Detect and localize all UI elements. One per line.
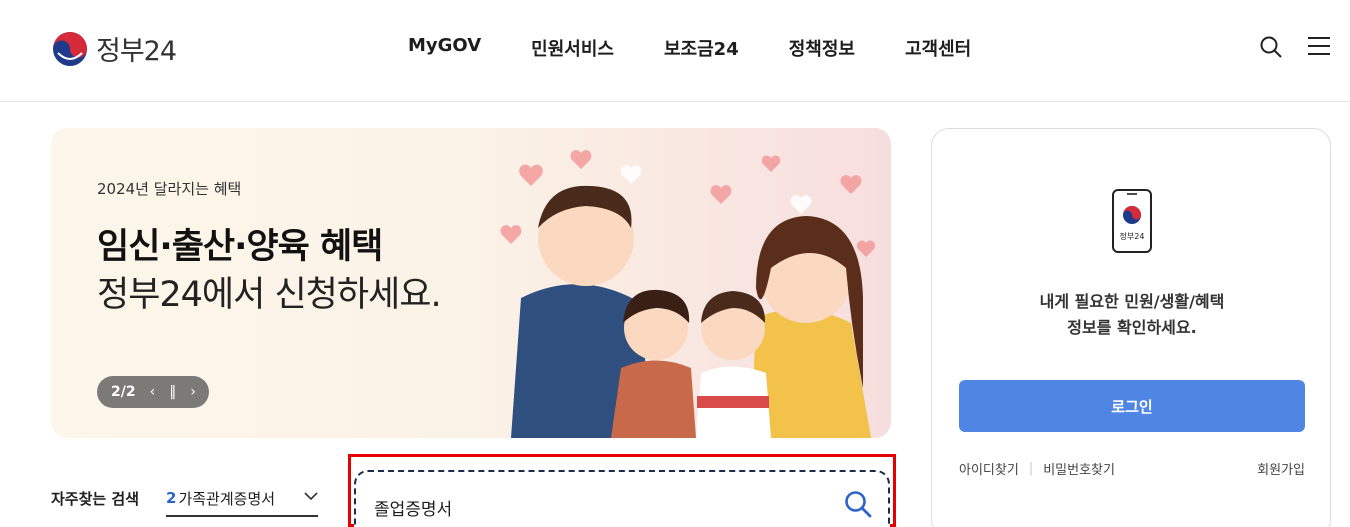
search-highlight-frame bbox=[348, 454, 896, 527]
frequent-search-keyword: 가족관계증명서 bbox=[178, 489, 276, 508]
pause-icon[interactable]: ‖ bbox=[169, 384, 176, 400]
main-nav: MyGOV 민원서비스 보조금24 정책정보 고객센터 bbox=[408, 35, 1021, 61]
hamburger-menu-icon[interactable] bbox=[1308, 37, 1330, 57]
chevron-right-icon[interactable]: › bbox=[190, 384, 196, 400]
find-password-link[interactable]: 비밀번호찾기 bbox=[1043, 459, 1115, 478]
site-header: 정부24 MyGOV 민원서비스 보조금24 정책정보 고객센터 bbox=[0, 0, 1350, 102]
link-divider: | bbox=[1028, 461, 1034, 476]
frequent-search-rank: 2 bbox=[166, 489, 177, 507]
banner-title: 임신·출산·양육 혜택 bbox=[97, 227, 383, 267]
banner-pager: 2/2 ‹ ‖ › bbox=[97, 376, 209, 408]
nav-civil-service[interactable]: 민원서비스 bbox=[531, 35, 614, 61]
nav-mygov[interactable]: MyGOV bbox=[408, 35, 481, 61]
banner-subtitle: 2024년 달라지는 혜택 bbox=[97, 180, 242, 198]
nav-policy-info[interactable]: 정책정보 bbox=[789, 35, 855, 61]
login-message-line2: 정보를 확인하세요. bbox=[1067, 318, 1197, 337]
search-box bbox=[354, 470, 890, 527]
login-links: 아이디찾기 | 비밀번호찾기 회원가입 bbox=[959, 459, 1305, 478]
frequent-search-dropdown[interactable]: 2 가족관계증명서 bbox=[166, 481, 318, 517]
taegeuk-logo-icon bbox=[53, 31, 87, 66]
signup-link[interactable]: 회원가입 bbox=[1257, 459, 1305, 478]
search-input[interactable] bbox=[374, 494, 814, 520]
search-icon[interactable] bbox=[844, 490, 872, 518]
app-label: 정부24 bbox=[1120, 231, 1145, 241]
nav-customer-center[interactable]: 고객센터 bbox=[905, 35, 971, 61]
frequent-search-label: 자주찾는 검색 bbox=[51, 490, 140, 508]
login-message-line1: 내게 필요한 민원/생활/혜택 bbox=[1039, 292, 1225, 311]
banner-page-indicator: 2/2 bbox=[111, 384, 136, 400]
family-illustration bbox=[500, 150, 876, 438]
find-id-link[interactable]: 아이디찾기 bbox=[959, 459, 1019, 478]
search-icon[interactable] bbox=[1260, 36, 1282, 58]
site-logo[interactable]: 정부24 bbox=[52, 29, 177, 68]
logo-text: 정부24 bbox=[96, 36, 177, 67]
login-panel: 정부24 내게 필요한 민원/생활/혜택 정보를 확인하세요. 로그인 아이디찾… bbox=[931, 128, 1331, 527]
nav-subsidy24[interactable]: 보조금24 bbox=[664, 35, 739, 61]
chevron-down-icon bbox=[304, 492, 318, 501]
promo-banner[interactable]: 2024년 달라지는 혜택 임신·출산·양육 혜택 정부24에서 신청하세요. bbox=[51, 128, 891, 438]
login-button[interactable]: 로그인 bbox=[959, 380, 1305, 432]
mobile-phone-icon: 정부24 bbox=[1112, 189, 1152, 253]
chevron-left-icon[interactable]: ‹ bbox=[150, 384, 156, 400]
login-message: 내게 필요한 민원/생활/혜택 정보를 확인하세요. bbox=[932, 289, 1332, 341]
banner-description: 정부24에서 신청하세요. bbox=[97, 275, 442, 315]
